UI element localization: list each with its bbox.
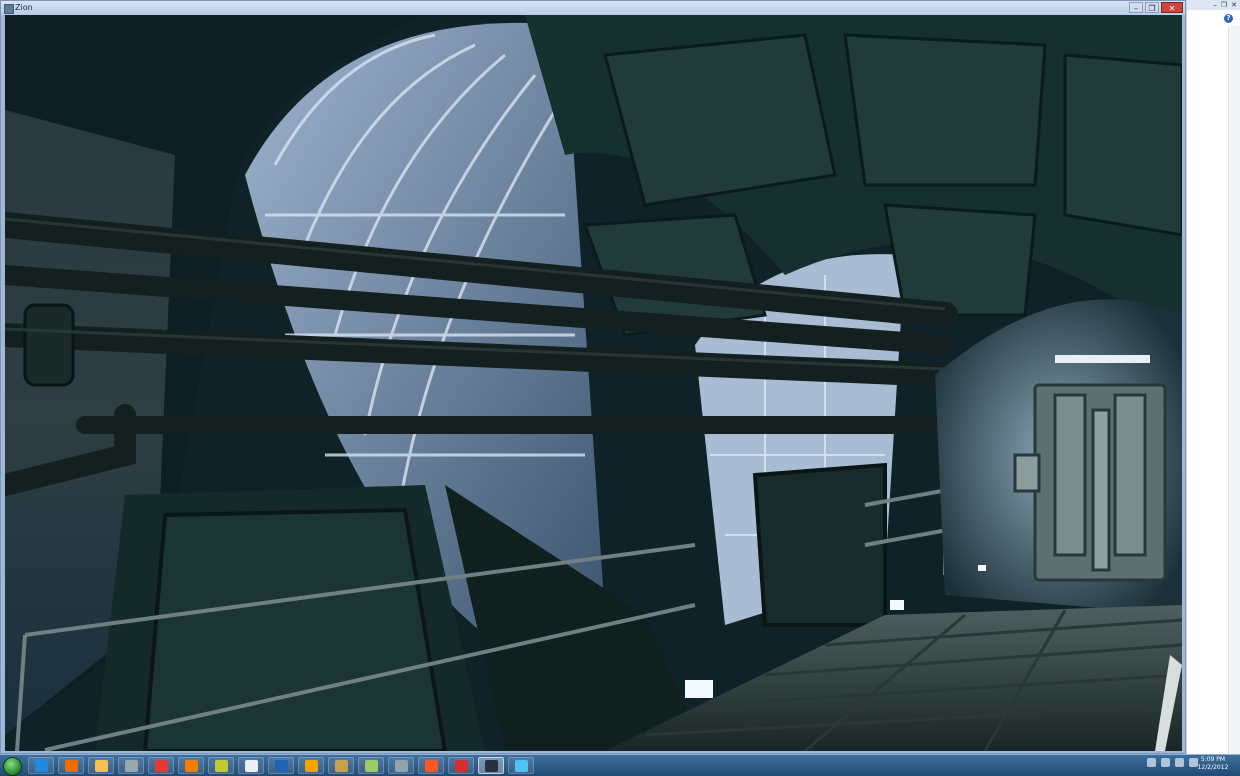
window-title: Zion	[15, 3, 33, 12]
game-scene	[5, 15, 1182, 751]
taskbar-items	[28, 757, 534, 774]
background-app-window[interactable]: – ❐ ✕ ?	[1186, 0, 1240, 754]
bg-close-button[interactable]: ✕	[1231, 1, 1237, 9]
bg-minimize-button[interactable]: –	[1213, 1, 1217, 9]
game-icon	[425, 760, 438, 772]
folder-icon	[95, 760, 108, 772]
user-icon	[395, 760, 408, 772]
taskbar-item-zion-app[interactable]	[478, 757, 504, 774]
bg-maximize-button[interactable]: ❐	[1221, 1, 1227, 9]
game-viewport[interactable]	[5, 15, 1182, 751]
word-icon	[275, 760, 288, 772]
clock[interactable]: 5:09 PM 12/2/2012	[1196, 756, 1230, 772]
zion-app-icon	[485, 760, 498, 772]
taskbar-item-settings[interactable]	[118, 757, 144, 774]
minimize-button[interactable]: –	[1129, 2, 1143, 13]
taskbar-item-archive[interactable]	[328, 757, 354, 774]
internet-explorer-icon	[35, 760, 48, 772]
close-button[interactable]: ✕	[1161, 2, 1183, 13]
calendar-icon	[215, 760, 228, 772]
clock-time: 5:09 PM	[1200, 756, 1226, 763]
eye-icon	[245, 760, 258, 772]
taskbar-item-paint[interactable]	[358, 757, 384, 774]
taskbar-item-media-player[interactable]	[58, 757, 84, 774]
settings-icon	[125, 760, 138, 772]
taskbar-item-mcafee[interactable]	[448, 757, 474, 774]
taskbar-item-chrome[interactable]	[148, 757, 174, 774]
taskbar-item-folder[interactable]	[88, 757, 114, 774]
outlook-icon	[305, 760, 318, 772]
taskbar-item-firefox[interactable]	[178, 757, 204, 774]
maximize-button[interactable]: ❐	[1145, 2, 1159, 13]
start-button[interactable]	[3, 757, 22, 776]
taskbar-item-game[interactable]	[418, 757, 444, 774]
game-window[interactable]: Zion – ❐ ✕	[0, 0, 1186, 754]
game-titlebar[interactable]: Zion – ❐ ✕	[1, 1, 1185, 15]
system-tray	[1147, 758, 1198, 767]
taskbar-item-internet-explorer[interactable]	[28, 757, 54, 774]
archive-icon	[335, 760, 348, 772]
taskbar-item-user[interactable]	[388, 757, 414, 774]
background-app-scrollbar[interactable]	[1228, 26, 1240, 754]
chrome-icon	[155, 760, 168, 772]
tray-arrow-icon[interactable]	[1147, 758, 1156, 767]
tray-network-icon[interactable]	[1175, 758, 1184, 767]
background-app-controls: – ❐ ✕	[1213, 1, 1237, 9]
mcafee-icon	[455, 760, 468, 772]
taskbar-item-word[interactable]	[268, 757, 294, 774]
taskbar-item-photo[interactable]	[508, 757, 534, 774]
app-icon	[4, 4, 14, 14]
taskbar: 5:09 PM 12/2/2012	[0, 754, 1240, 776]
help-icon[interactable]: ?	[1224, 14, 1233, 23]
firefox-icon	[185, 760, 198, 772]
paint-icon	[365, 760, 378, 772]
clock-date: 12/2/2012	[1197, 764, 1229, 771]
tray-flag-icon[interactable]	[1161, 758, 1170, 767]
taskbar-item-outlook[interactable]	[298, 757, 324, 774]
photo-icon	[515, 760, 528, 772]
media-player-icon	[65, 760, 78, 772]
taskbar-item-eye[interactable]	[238, 757, 264, 774]
taskbar-item-calendar[interactable]	[208, 757, 234, 774]
window-controls: – ❐ ✕	[1129, 2, 1183, 13]
